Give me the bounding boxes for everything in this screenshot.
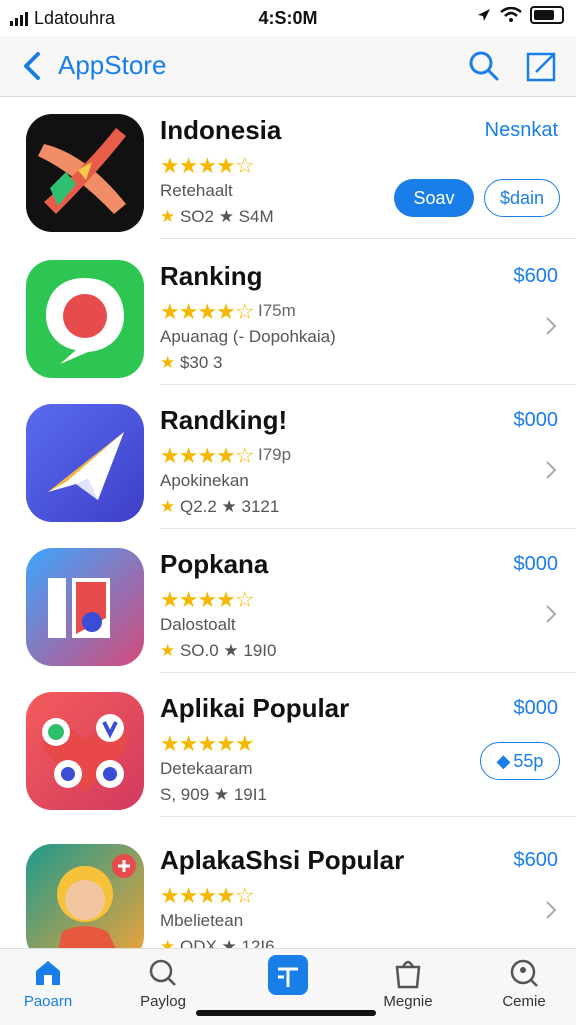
app-price[interactable]: $000 xyxy=(514,697,559,720)
app-subtitle: Mbelietean xyxy=(160,911,244,930)
app-icon-aplakashsi-popular xyxy=(26,844,144,962)
search-icon xyxy=(149,959,176,986)
app-meta: ★ SO2 ★ S4M xyxy=(160,207,274,227)
app-icon-randking xyxy=(26,404,144,522)
price-button[interactable]: $dain xyxy=(484,179,560,217)
chevron-right-icon[interactable] xyxy=(544,899,558,921)
app-price[interactable]: $600 xyxy=(514,849,559,872)
list-item[interactable]: Aplikai Popular ★★★★★ Detekaaram S, 909 … xyxy=(0,675,576,817)
star-icon: ★ xyxy=(160,353,180,372)
star-icon: ★ xyxy=(160,641,180,660)
app-subtitle: Detekaaram xyxy=(160,759,253,778)
chevron-right-icon[interactable] xyxy=(544,459,558,481)
home-icon xyxy=(36,961,60,985)
back-chevron-icon[interactable] xyxy=(14,46,54,86)
app-icon-indonesia xyxy=(26,114,144,232)
app-meta: ★ SO.0 ★ 19I0 xyxy=(160,641,276,661)
tab-profile[interactable]: Cemie xyxy=(476,949,572,1025)
rating-count: I79p xyxy=(258,445,292,464)
character-avatar-icon xyxy=(56,854,136,962)
app-name: Indonesia xyxy=(160,115,282,145)
ribbon-logo-icon xyxy=(38,128,126,214)
star-rating: ★★★★☆ xyxy=(160,153,255,178)
app-subtitle: Dalostoalt xyxy=(160,615,236,634)
app-name: AplakaShsi Popular xyxy=(160,845,405,875)
book-logo-icon xyxy=(48,578,110,638)
app-subtitle: Apuanag (- Dopohkaia) xyxy=(160,327,336,346)
location-icon xyxy=(478,9,490,21)
star-icon: ★ xyxy=(160,497,180,516)
app-meta-text: SO2 ★ S4M xyxy=(179,207,274,226)
app-icon-aplikai-popular xyxy=(26,692,144,810)
price-button[interactable]: ◆ 55p xyxy=(480,742,560,780)
app-meta: ★ Q2.2 ★ 3121 xyxy=(160,497,279,517)
apps-icon xyxy=(268,955,308,995)
status-bar: Ldatouhra 4:S:0M xyxy=(0,0,576,36)
star-rating: ★★★★☆ xyxy=(160,883,255,908)
divider xyxy=(160,816,576,817)
app-price[interactable]: Nesnkat xyxy=(485,119,558,142)
battery-icon xyxy=(530,6,564,24)
tab-label: Cemie xyxy=(502,993,546,1010)
divider xyxy=(160,238,576,239)
star-rating: ★★★★☆ xyxy=(160,443,255,468)
app-name: Popkana xyxy=(160,549,269,579)
nav-bar: AppStore xyxy=(0,36,576,97)
app-icon-popkana xyxy=(26,548,144,666)
chevron-right-icon[interactable] xyxy=(544,315,558,337)
list-item[interactable]: Randking! ★★★★☆ I79p Apokinekan ★ Q2.2 ★… xyxy=(0,387,576,529)
list-item[interactable]: Popkana ★★★★☆ Dalostoalt ★ SO.0 ★ 19I0 $… xyxy=(0,531,576,673)
app-name: Randking! xyxy=(160,405,288,435)
status-indicators xyxy=(476,6,564,24)
bag-icon xyxy=(395,960,421,989)
get-button[interactable]: Soav xyxy=(394,179,474,217)
divider xyxy=(160,384,576,385)
search-icon[interactable] xyxy=(464,46,504,86)
app-meta-text: SO.0 ★ 19I0 xyxy=(179,641,277,660)
wifi-icon xyxy=(500,7,522,22)
app-name: Aplikai Popular xyxy=(160,693,350,723)
app-meta-text: $30 3 xyxy=(179,353,223,372)
divider xyxy=(160,672,576,673)
app-price[interactable]: $600 xyxy=(514,265,559,288)
list-item[interactable]: Ranking ★★★★☆ I75m Apuanag (- Dopohkaia)… xyxy=(0,243,576,385)
paper-plane-icon xyxy=(48,432,124,500)
app-subtitle: Retehaalt xyxy=(160,181,233,200)
app-meta: S, 909 ★ 19I1 xyxy=(160,785,267,804)
app-name: Ranking xyxy=(160,261,263,291)
tab-label: Paylog xyxy=(140,993,186,1010)
app-price[interactable]: $000 xyxy=(514,409,559,432)
tab-home[interactable]: Paoarn xyxy=(0,949,96,1025)
star-rating: ★★★★☆ xyxy=(160,299,255,324)
heart-social-icon xyxy=(42,714,127,792)
profile-icon xyxy=(510,959,538,987)
star-rating: ★★★★☆ xyxy=(160,587,255,612)
home-indicator[interactable] xyxy=(196,1010,376,1016)
app-price[interactable]: $000 xyxy=(514,553,559,576)
page-title: AppStore xyxy=(58,50,167,80)
app-meta: ★ $30 3 xyxy=(160,353,223,373)
tag-icon: ◆ xyxy=(496,750,511,771)
chat-bubble-icon xyxy=(46,278,124,364)
chevron-right-icon[interactable] xyxy=(544,603,558,625)
list-item[interactable]: Indonesia ★★★★☆ Retehaalt ★ SO2 ★ S4M Ne… xyxy=(0,97,576,239)
rating-count: I75m xyxy=(258,301,296,320)
tab-label: Megnie xyxy=(383,993,433,1010)
divider xyxy=(160,528,576,529)
app-meta-text: Q2.2 ★ 3121 xyxy=(179,497,280,516)
price-button-label: 55p xyxy=(513,750,544,771)
compose-icon[interactable] xyxy=(522,46,562,86)
tab-label: Paoarn xyxy=(23,993,73,1010)
star-icon: ★ xyxy=(160,207,180,226)
app-subtitle: Apokinekan xyxy=(160,471,249,490)
app-icon-ranking xyxy=(26,260,144,378)
star-rating: ★★★★★ xyxy=(160,731,255,756)
